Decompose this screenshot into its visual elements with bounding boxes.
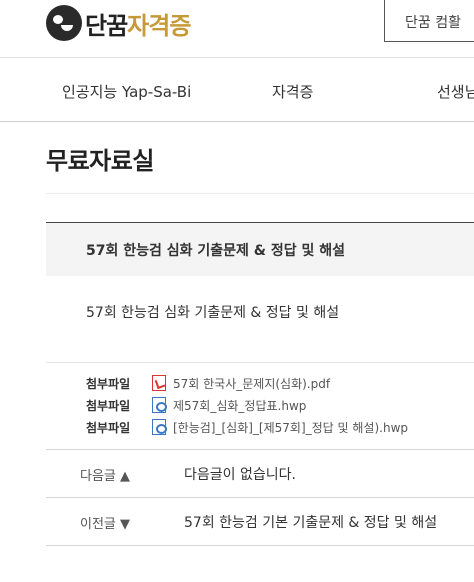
prev-post-row: 이전글 ▼ 57회 한능검 기본 기출문제 & 정답 및 해설: [46, 497, 474, 545]
pdf-file-icon: [152, 375, 166, 391]
attachment-label: 첨부파일: [86, 376, 131, 391]
site-logo[interactable]: 단꿈 자격증: [46, 4, 191, 42]
attachment-row: 첨부파일 57회 한국사_문제지(심화).pdf: [86, 373, 330, 393]
next-post-row: 다음글 ▲ 다음글이 없습니다.: [46, 449, 474, 497]
nav-item-certificate[interactable]: 자격증: [272, 81, 313, 102]
site-header: 단꿈 자격증 단꿈 컴활: [0, 0, 474, 58]
next-post-text: 다음글이 없습니다.: [184, 467, 296, 483]
article-header: 57회 한능검 심화 기출문제 & 정답 및 해설: [46, 222, 474, 276]
next-post-label: 다음글 ▲: [80, 469, 131, 484]
attachment-link[interactable]: 57회 한국사_문제지(심화).pdf: [173, 375, 330, 392]
attachment-link[interactable]: 제57회_심화_정답표.hwp: [173, 397, 306, 414]
attachment-label: 첨부파일: [86, 420, 131, 435]
hwp-file-icon: [152, 397, 167, 413]
divider: [46, 545, 474, 546]
attachment-row: 첨부파일 제57회_심화_정답표.hwp: [86, 395, 306, 415]
divider: [46, 362, 474, 363]
divider: [46, 193, 474, 194]
prev-post-label: 이전글 ▼: [80, 517, 131, 532]
hwp-file-icon: [152, 419, 167, 435]
main-nav: 인공지능 Yap-Sa-Bi 자격증 선생님: [0, 59, 474, 122]
article-title: 57회 한능검 심화 기출문제 & 정답 및 해설: [86, 243, 346, 259]
prev-post-link[interactable]: 57회 한능검 기본 기출문제 & 정답 및 해설: [184, 512, 437, 532]
attachment-row: 첨부파일 [한능검]_[심화]_[제57회]_정답 및 해설).hwp: [86, 417, 408, 437]
logo-text-accent: 자격증: [127, 11, 191, 40]
nav-item-teacher[interactable]: 선생님: [437, 81, 474, 102]
attachment-label: 첨부파일: [86, 398, 131, 413]
page-title: 무료자료실: [46, 147, 154, 175]
logo-mark-icon: [46, 5, 82, 41]
nav-item-ai[interactable]: 인공지능 Yap-Sa-Bi: [62, 81, 191, 102]
top-link-button[interactable]: 단꿈 컴활: [384, 0, 474, 42]
article-body: 57회 한능검 심화 기출문제 & 정답 및 해설: [86, 305, 340, 321]
logo-text-main: 단꿈: [85, 11, 128, 40]
attachment-link[interactable]: [한능검]_[심화]_[제57회]_정답 및 해설).hwp: [173, 419, 408, 436]
